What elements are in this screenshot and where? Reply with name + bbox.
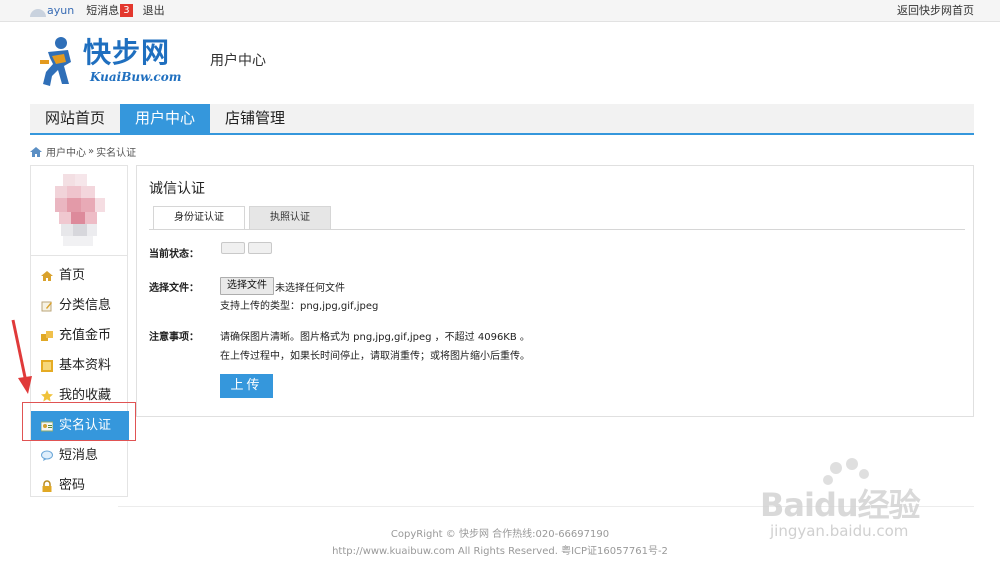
nav-item-home[interactable]: 网站首页 xyxy=(30,104,120,133)
top-bar: ayun 短消息 3 退出 返回快步网首页 xyxy=(0,0,1000,22)
highlight-box xyxy=(22,402,136,441)
chat-icon xyxy=(41,450,53,461)
messages-count-badge[interactable]: 3 xyxy=(120,4,133,17)
lock-icon xyxy=(42,480,52,492)
sidebar-menu: 首页 分类信息 充值金币 基本资料 我的收藏 实名认证 短消息 密码 xyxy=(31,261,129,501)
sidebar: 首页 分类信息 充值金币 基本资料 我的收藏 实名认证 短消息 密码 xyxy=(30,165,129,497)
file-label: 选择文件： xyxy=(149,283,199,294)
red-arrow-icon xyxy=(11,319,32,394)
site-logo[interactable]: 快步网 KuaiBuw.com xyxy=(38,36,188,92)
sidebar-item-messages[interactable]: 短消息 xyxy=(31,441,129,471)
sidebar-item-recharge[interactable]: 充值金币 xyxy=(31,321,129,351)
note-line-1: 请确保图片清晰。图片格式为 png,jpg,gif,jpeg ，不超过 4096… xyxy=(220,332,530,343)
logo-text-en: KuaiBuw.com xyxy=(90,70,182,84)
sidebar-item-label: 首页 xyxy=(59,268,86,283)
section-title: 用户中心 xyxy=(210,53,266,69)
breadcrumb-current: 实名认证 xyxy=(96,148,137,159)
baidu-watermark: Baidu经验 jingyan.baidu.com xyxy=(760,458,950,548)
messages-link[interactable]: 短消息 xyxy=(86,0,119,21)
verification-panel: 诚信认证 身份证认证 执照认证 当前状态： 选择文件： 选择文件 未选择任何文件… xyxy=(136,165,974,417)
status-label: 当前状态： xyxy=(149,249,199,260)
supported-types-text: 支持上传的类型：png,jpg,gif,jpeg xyxy=(220,301,379,312)
profile-icon xyxy=(41,360,53,372)
sidebar-item-label: 基本资料 xyxy=(59,358,112,373)
sidebar-item-password[interactable]: 密码 xyxy=(31,471,129,501)
sidebar-item-profile[interactable]: 基本资料 xyxy=(31,351,129,381)
status-icons xyxy=(221,242,272,254)
logo-text-cn: 快步网 xyxy=(83,36,171,69)
nav-item-user-center[interactable]: 用户中心 xyxy=(120,104,211,133)
tab-id-card[interactable]: 身份证认证 xyxy=(153,206,245,230)
notes-label: 注意事项： xyxy=(149,332,199,343)
sidebar-item-label: 充值金币 xyxy=(59,328,112,343)
tab-bar: 身份证认证 执照认证 xyxy=(153,206,335,230)
choose-file-button[interactable]: 选择文件 xyxy=(220,277,274,295)
runner-logo-icon xyxy=(40,37,71,86)
status-pending-icon xyxy=(221,242,245,254)
home-icon xyxy=(30,146,42,157)
avatar[interactable] xyxy=(55,174,105,248)
logout-link[interactable]: 退出 xyxy=(143,0,165,21)
upload-button[interactable]: 上传 xyxy=(220,374,273,398)
avatar-box xyxy=(31,166,127,256)
nav-item-shop-manage[interactable]: 店铺管理 xyxy=(210,104,300,133)
breadcrumb: 用户中心 » 实名认证 xyxy=(30,144,136,159)
back-home-link[interactable]: 返回快步网首页 xyxy=(897,0,974,21)
user-avatar-icon xyxy=(30,8,46,17)
status-verified-icon xyxy=(248,242,272,254)
user-info: ayun 短消息 3 退出 xyxy=(30,0,165,21)
tab-license[interactable]: 执照认证 xyxy=(249,206,331,230)
username-link[interactable]: ayun xyxy=(47,0,74,21)
edit-icon xyxy=(41,301,52,312)
sidebar-item-classified[interactable]: 分类信息 xyxy=(31,291,129,321)
sidebar-item-home[interactable]: 首页 xyxy=(31,261,129,291)
home-icon xyxy=(41,271,53,281)
star-icon xyxy=(41,390,53,402)
breadcrumb-parent[interactable]: 用户中心 xyxy=(46,144,86,159)
panel-title: 诚信认证 xyxy=(149,181,205,197)
main-nav: 网站首页 用户中心 店铺管理 xyxy=(30,104,974,135)
watermark-url: jingyan.baidu.com xyxy=(770,522,909,540)
sidebar-item-label: 分类信息 xyxy=(59,298,112,313)
no-file-text: 未选择任何文件 xyxy=(275,283,345,294)
note-line-2: 在上传过程中，如果长时间停止，请取消重传；或将图片缩小后重传。 xyxy=(220,351,530,362)
sidebar-item-label: 密码 xyxy=(59,478,86,493)
tab-divider xyxy=(149,229,965,230)
breadcrumb-separator: » xyxy=(88,146,95,157)
coins-icon xyxy=(41,331,53,341)
watermark-brand: Baidu经验 xyxy=(760,486,921,524)
sidebar-item-label: 短消息 xyxy=(59,448,99,463)
